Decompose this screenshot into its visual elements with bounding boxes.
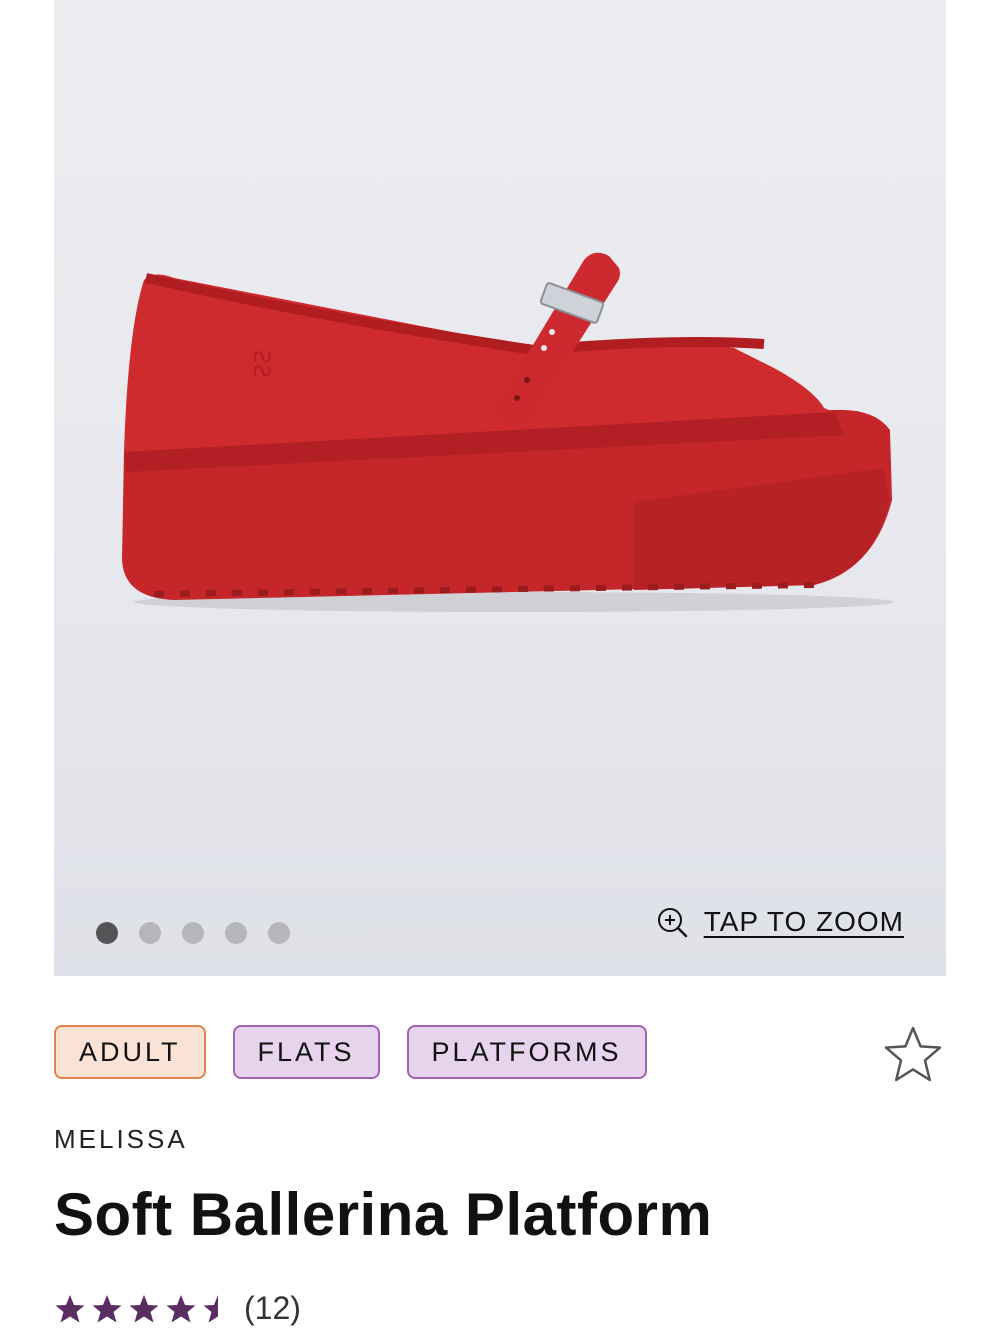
gallery-dot-3[interactable]	[182, 922, 204, 944]
gallery-pagination	[96, 922, 290, 944]
product-title: Soft Ballerina Platform	[54, 1181, 713, 1248]
product-rating[interactable]: (12)	[54, 1290, 301, 1327]
tag-platforms[interactable]: PLATFORMS	[406, 1025, 647, 1079]
tap-to-zoom-button[interactable]: TAP TO ZOOM	[656, 906, 904, 938]
favorite-star-icon[interactable]	[882, 1024, 944, 1086]
star-filled-icon	[129, 1294, 159, 1322]
review-count[interactable]: (12)	[244, 1290, 301, 1327]
product-brand[interactable]: MELISSA	[54, 1124, 188, 1155]
zoom-in-icon	[657, 908, 687, 938]
category-tags: ADULT FLATS PLATFORMS	[54, 1025, 647, 1079]
star-half-icon	[203, 1294, 218, 1322]
star-filled-icon	[92, 1294, 122, 1322]
rating-stars	[54, 1293, 234, 1325]
tag-adult[interactable]: ADULT	[54, 1025, 206, 1079]
tap-to-zoom-label: TAP TO ZOOM	[703, 906, 904, 937]
gallery-dot-2[interactable]	[139, 922, 161, 944]
gallery-dot-5[interactable]	[268, 922, 290, 944]
tag-flats[interactable]: FLATS	[232, 1025, 380, 1079]
product-image-gallery[interactable]: ƧƧ TAP TO ZOOM	[54, 0, 946, 976]
star-filled-icon	[166, 1294, 196, 1322]
svg-text:ƧƧ: ƧƧ	[248, 350, 273, 378]
gallery-dot-1[interactable]	[96, 922, 118, 944]
product-image: ƧƧ	[122, 252, 894, 612]
star-filled-icon	[55, 1294, 85, 1322]
gallery-dot-4[interactable]	[225, 922, 247, 944]
